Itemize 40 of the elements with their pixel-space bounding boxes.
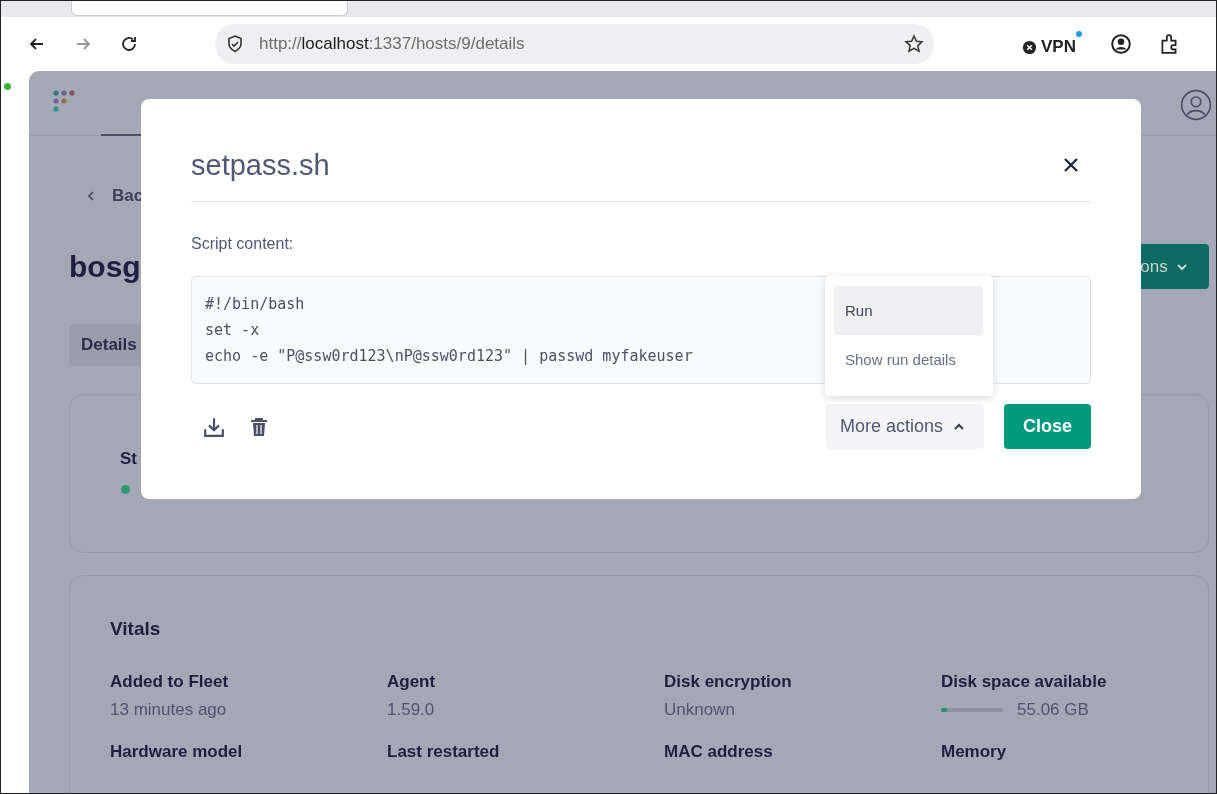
vital-label: Disk space available <box>941 672 1108 692</box>
vital-value: 1.59.0 <box>387 700 436 720</box>
chevron-left-icon <box>86 191 96 201</box>
reload-icon[interactable] <box>119 34 139 54</box>
shield-icon[interactable] <box>225 34 245 54</box>
vital-label: Last restarted <box>387 742 501 762</box>
code-line: echo -e "P@ssw0rd123\nP@ssw0rd123" | passwd myfakeuser <box>205 346 693 367</box>
vital-label: MAC address <box>664 742 774 762</box>
menu-item[interactable]: Show run details <box>834 335 983 384</box>
status-label: St <box>120 449 137 469</box>
user-avatar-icon[interactable] <box>1180 89 1212 121</box>
star-icon[interactable] <box>904 34 925 54</box>
menu-item[interactable]: Run <box>834 286 983 335</box>
vital-label: Hardware model <box>110 742 244 762</box>
vital-value: 13 minutes ago <box>110 700 228 720</box>
vital-label: Memory <box>941 742 1008 762</box>
trash-icon[interactable] <box>249 415 269 438</box>
url-text: http://localhost:1337/hosts/9/details <box>259 34 525 54</box>
vitals-title: Vitals <box>110 618 162 640</box>
host-name: bosg <box>69 249 141 284</box>
code-line: #!/bin/bash <box>205 294 305 315</box>
more-actions-button[interactable]: More actions <box>826 404 984 449</box>
script-content-label: Script content: <box>191 235 295 253</box>
logo-icon[interactable] <box>53 90 77 114</box>
vpn-button[interactable]: VPN <box>1022 31 1082 57</box>
address-bar[interactable]: http://localhost:1337/hosts/9/details <box>215 24 935 64</box>
vital-value: Unknown <box>664 700 736 720</box>
back-link[interactable]: Bac <box>86 186 1209 206</box>
modal-title: setpass.sh <box>191 148 330 182</box>
download-icon[interactable] <box>203 415 225 438</box>
code-line: set -x <box>205 320 260 341</box>
indicator-dot <box>4 83 11 90</box>
close-button[interactable]: Close <box>1004 404 1091 449</box>
vital-label: Added to Fleet <box>110 672 230 692</box>
vital-label: Disk encryption <box>664 672 793 692</box>
close-icon[interactable] <box>1063 157 1079 173</box>
close-circle-icon <box>1022 39 1038 55</box>
vital-label: Agent <box>387 672 437 692</box>
profile-icon[interactable] <box>1110 33 1132 55</box>
vital-value: 55.06 GB <box>1017 700 1089 720</box>
